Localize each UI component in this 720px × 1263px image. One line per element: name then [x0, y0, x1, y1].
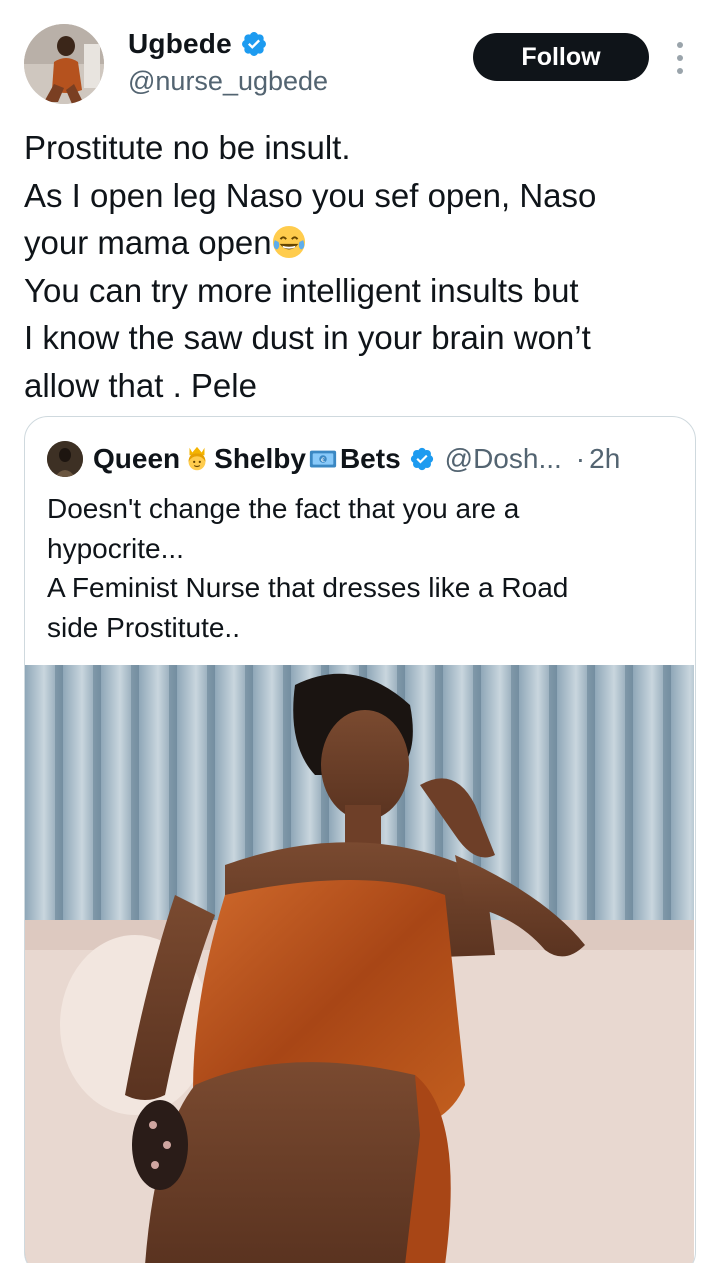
- quoted-tweet-header: Queen Shelby € Bets @Dosh... · 2h: [47, 441, 620, 477]
- quoted-author-avatar: [47, 441, 83, 477]
- tweet-line: As I open leg Naso you sef open, Naso: [24, 176, 597, 214]
- quoted-tweet-line: side Prostitute..: [47, 611, 240, 643]
- euro-banknote-emoji-icon: €: [309, 450, 337, 468]
- photo-woman-in-orange-dress: [25, 665, 694, 1263]
- tweet-line: your mama open: [24, 224, 272, 261]
- tears-of-joy-emoji-icon: [272, 225, 305, 259]
- quoted-tweet-body: Doesn't change the fact that you are a h…: [47, 489, 677, 647]
- quoted-avatar-photo: [47, 441, 83, 477]
- quoted-tweet-photo[interactable]: [25, 665, 694, 1263]
- quoted-timestamp: 2h: [589, 443, 621, 474]
- quoted-verified-badge-icon: [410, 447, 433, 471]
- quoted-separator: ·: [575, 443, 586, 474]
- quoted-tweet-card[interactable]: Queen Shelby € Bets @Dosh... · 2h Doesn'…: [24, 416, 696, 1263]
- author-name[interactable]: Ugbede: [128, 28, 232, 60]
- crowned-person-emoji-icon: [188, 446, 206, 471]
- author-avatar[interactable]: [24, 24, 104, 104]
- tweet-line: allow that . Pele: [24, 366, 257, 404]
- svg-text:€: €: [321, 456, 325, 464]
- tweet-line: You can try more intelligent insults but: [24, 271, 579, 309]
- quoted-tweet-line: hypocrite...: [47, 532, 184, 564]
- quoted-author-name-part: Queen: [93, 443, 181, 474]
- quoted-tweet-line: A Feminist Nurse that dresses like a Roa…: [47, 572, 569, 603]
- more-vertical-icon[interactable]: [670, 38, 690, 78]
- tweet-header: Ugbede @nurse_ugbede Follow: [0, 0, 720, 110]
- quoted-author-name-part: Bets: [339, 443, 401, 474]
- quoted-tweet-line: Doesn't change the fact that you are a: [47, 493, 520, 524]
- tweet-line: I know the saw dust in your brain won’t: [24, 319, 591, 356]
- quoted-author-name-part: Shelby: [214, 443, 306, 474]
- tweet-line: Prostitute no be insult.: [24, 129, 351, 166]
- avatar-photo: [24, 24, 104, 104]
- tweet-line-with-emoji: your mama open: [24, 219, 696, 267]
- author-handle[interactable]: @nurse_ugbede: [128, 66, 328, 97]
- quoted-author-handle: @Dosh...: [444, 443, 562, 474]
- verified-badge-icon: [241, 32, 266, 56]
- tweet-body: Prostitute no be insult. As I open leg N…: [24, 124, 696, 409]
- follow-button[interactable]: Follow: [473, 33, 649, 81]
